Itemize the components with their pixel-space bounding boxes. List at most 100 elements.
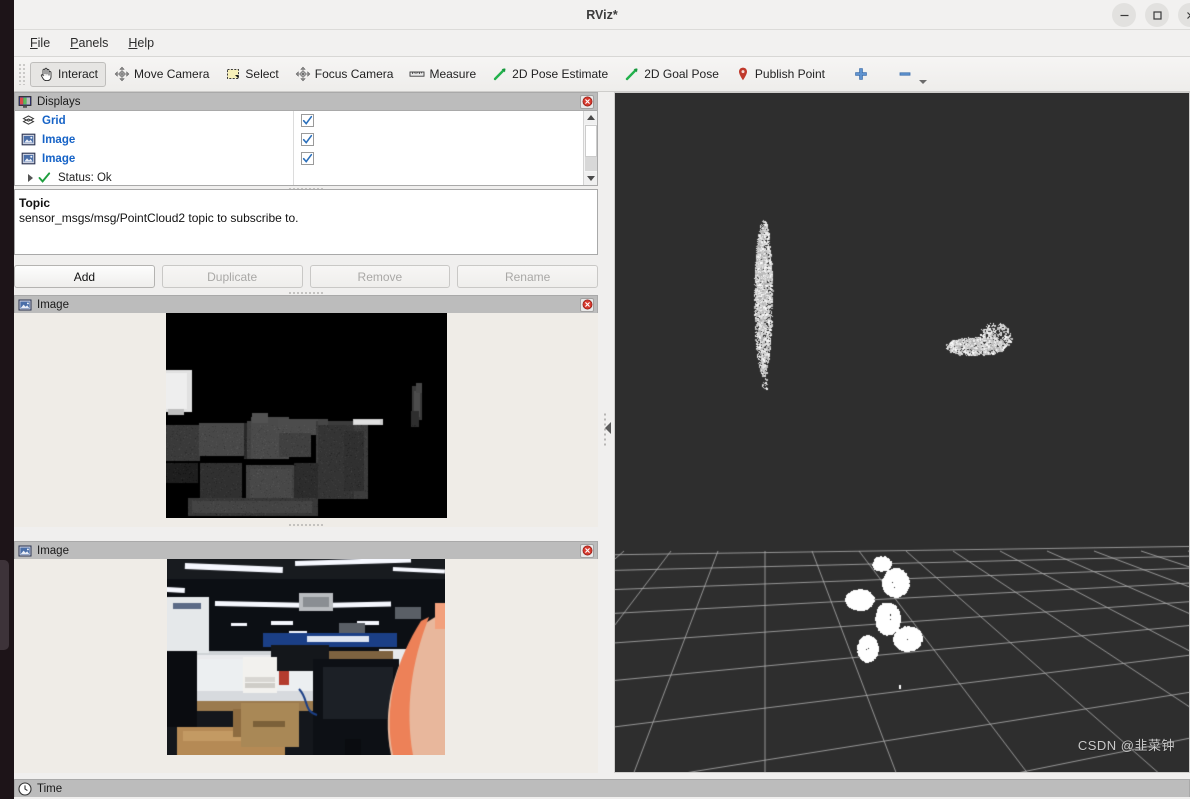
main-dock-area: Displays Grid Image Image Status: Ok Top…: [14, 92, 1190, 799]
menu-panels[interactable]: Panels: [60, 33, 118, 53]
chevron-down-icon[interactable]: [918, 79, 927, 84]
image-panel-2-close-button[interactable]: [580, 543, 594, 558]
image-panel-1-close-button[interactable]: [580, 297, 594, 312]
display-image2-checkbox-row: [294, 149, 597, 168]
tool-2d-goal-pose-label: 2D Goal Pose: [644, 67, 719, 81]
display-image2-checkbox[interactable]: [301, 152, 314, 165]
tool-select-label: Select: [245, 67, 279, 81]
title-bar: RViz*: [14, 0, 1190, 30]
menu-file[interactable]: File: [20, 33, 60, 53]
rviz-window: RViz* File Panels Help Interact Move Cam…: [0, 0, 1190, 799]
property-help-box: Topic sensor_msgs/msg/PointCloud2 topic …: [14, 189, 598, 255]
displays-tree[interactable]: Grid Image Image Status: Ok: [14, 110, 598, 186]
time-panel-title: Time: [37, 782, 63, 795]
menu-help[interactable]: Help: [118, 33, 164, 53]
scroll-down-button[interactable]: [584, 172, 597, 185]
duplicate-button[interactable]: Duplicate: [161, 265, 303, 288]
close-icon: [582, 299, 592, 310]
image-panel-1-resize-handle[interactable]: [288, 523, 324, 528]
display-item-image-2[interactable]: Image: [15, 149, 293, 168]
tool-measure[interactable]: Measure: [401, 62, 484, 87]
tool-focus-camera-label: Focus Camera: [314, 67, 394, 81]
tool-add-panel[interactable]: [845, 62, 877, 87]
focus-camera-icon: [295, 66, 310, 82]
map-pin-icon: [738, 67, 747, 81]
display-item-status-label: Status: Ok: [58, 171, 112, 184]
displays-tree-names: Grid Image Image Status: Ok: [15, 111, 294, 185]
tool-2d-goal-pose[interactable]: 2D Goal Pose: [616, 62, 727, 87]
tool-interact[interactable]: Interact: [30, 61, 107, 87]
tool-select[interactable]: Select: [217, 62, 286, 87]
remove-button[interactable]: Remove: [309, 265, 451, 288]
window-controls: [1112, 3, 1190, 27]
displays-panel-titlebar[interactable]: Displays: [14, 92, 598, 110]
rgb-image-render: [167, 559, 445, 755]
display-item-status[interactable]: Status: Ok: [15, 168, 293, 185]
image-icon: [21, 133, 36, 146]
image-icon: [18, 299, 32, 310]
image-icon: [18, 545, 32, 556]
display-grid-checkbox-row: [294, 111, 597, 130]
expand-triangle-icon[interactable]: [28, 173, 33, 182]
tool-bar: Interact Move Camera Select Focus Camera…: [14, 57, 1190, 92]
time-panel-titlebar[interactable]: Time: [14, 779, 1190, 797]
display-item-image-1[interactable]: Image: [15, 130, 293, 149]
displays-panel-close-button[interactable]: [580, 94, 594, 109]
scroll-up-button[interactable]: [584, 111, 597, 124]
render-view-3d[interactable]: CSDN @韭菜钟: [614, 92, 1190, 773]
close-button[interactable]: [1178, 3, 1190, 27]
tool-2d-pose-estimate-label: 2D Pose Estimate: [512, 67, 609, 81]
check-icon: [302, 134, 313, 144]
check-icon: [302, 153, 313, 163]
toolbar-grip[interactable]: [18, 63, 27, 85]
panel-splitter[interactable]: [599, 92, 613, 773]
display-item-image-1-label: Image: [42, 133, 76, 146]
ruler-icon: [410, 71, 425, 77]
tool-publish-point-label: Publish Point: [754, 67, 825, 81]
maximize-button[interactable]: [1145, 3, 1169, 27]
tool-move-camera[interactable]: Move Camera: [106, 62, 217, 87]
green-arrow-icon: [493, 68, 506, 81]
display-item-grid[interactable]: Grid: [15, 111, 293, 130]
scroll-track[interactable]: [585, 157, 597, 171]
image-panel-2-title: Image: [37, 544, 69, 557]
tool-2d-pose-estimate[interactable]: 2D Pose Estimate: [484, 62, 616, 87]
tool-interact-label: Interact: [58, 67, 99, 81]
desktop-background-edge: [0, 0, 14, 798]
menu-file-rest: ile: [37, 36, 51, 50]
depth-image-render: [165, 313, 447, 518]
menu-panels-label: P: [70, 36, 79, 50]
image-panel-1-titlebar[interactable]: Image: [14, 295, 598, 313]
chevron-down-icon: [586, 176, 595, 181]
add-button[interactable]: Add: [14, 265, 155, 288]
close-icon: [582, 96, 592, 107]
watermark-text: CSDN @韭菜钟: [1077, 738, 1175, 753]
scroll-thumb[interactable]: [585, 125, 597, 157]
image-icon: [21, 152, 36, 165]
pointcloud-canvas: [615, 93, 1189, 772]
displays-panel: Displays Grid Image Image Status: Ok Top…: [14, 92, 598, 296]
menu-bar: File Panels Help: [14, 30, 1190, 57]
tool-focus-camera[interactable]: Focus Camera: [287, 62, 402, 87]
display-image1-checkbox[interactable]: [301, 133, 314, 146]
property-help-title: Topic: [19, 196, 51, 210]
plus-icon: [855, 68, 867, 80]
time-panel: Time: [14, 779, 1190, 799]
displays-panel-title: Displays: [37, 95, 81, 108]
collapse-arrow-icon[interactable]: [605, 422, 611, 434]
menu-file-label: F: [30, 36, 38, 50]
tool-remove-panel[interactable]: [889, 62, 935, 87]
display-grid-checkbox[interactable]: [301, 114, 314, 127]
displays-button-row: Add Duplicate Remove Rename: [14, 265, 598, 288]
tool-publish-point[interactable]: Publish Point: [727, 62, 833, 87]
rename-button[interactable]: Rename: [457, 265, 598, 288]
minimize-button[interactable]: [1112, 3, 1136, 27]
select-rectangle-icon: [227, 69, 240, 79]
status-ok-icon: [38, 172, 51, 183]
image-panel-2-body[interactable]: [14, 559, 598, 773]
image-panel-1-body[interactable]: [14, 313, 598, 527]
image-panel-2-titlebar[interactable]: Image: [14, 541, 598, 559]
window-edge-grabber[interactable]: [0, 560, 9, 650]
displays-tree-scrollbar[interactable]: [583, 111, 597, 185]
displays-tree-values: [294, 111, 597, 185]
